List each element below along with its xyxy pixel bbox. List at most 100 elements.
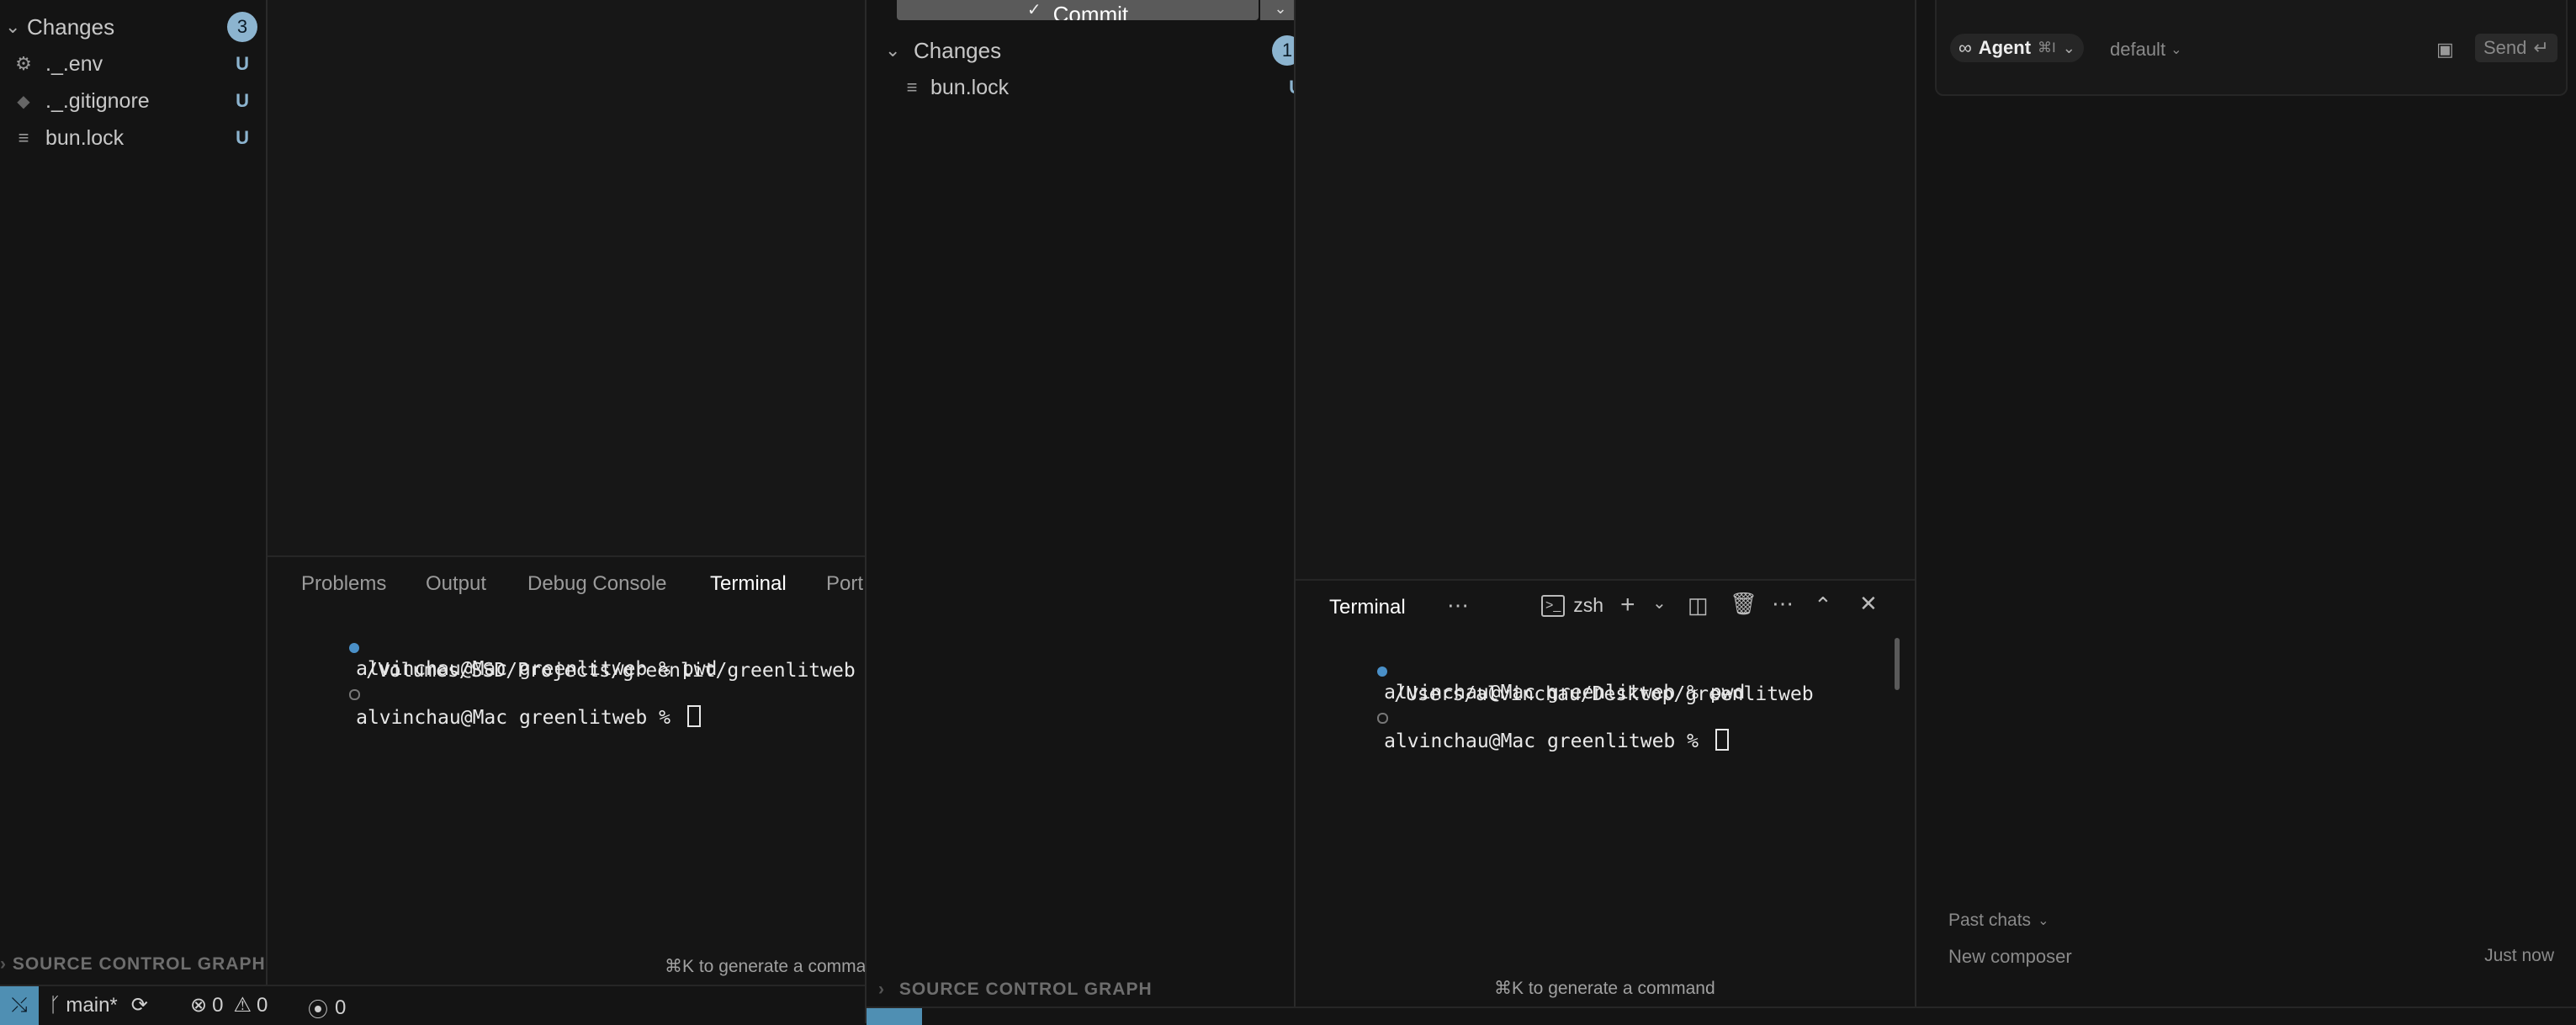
file-row[interactable]: ≡ bun.lock U [12,123,249,153]
remote-indicator[interactable] [867,1008,922,1025]
chevron-down-icon: ⌄ [1274,0,1287,17]
changes-header[interactable]: ⌄ Changes 3 [5,12,257,42]
tab-ports[interactable]: Port [826,572,863,596]
chat-pane: ∞ Agent ⌘I ⌄ default ⌄ ▣ Send ↵ Past cha… [1916,0,2576,998]
error-icon: ⊗ [190,994,208,1017]
warning-icon: ⚠ [233,994,252,1017]
graph-title: SOURCE CONTROL GRAPH [12,954,266,974]
source-control-graph-header[interactable]: › SOURCE CONTROL GRAPH [0,954,266,975]
changes-title: Changes [914,37,1002,63]
changes-count-badge: 3 [227,12,257,42]
commit-button[interactable]: ✓ Commit [897,0,1259,20]
shell-selector[interactable]: >_ zsh [1541,594,1603,617]
chevron-right-icon: › [0,954,7,974]
chevron-down-icon: ⌄ [885,40,901,61]
terminal-text: /Volumes/SSD/Projects/greenlit/greenlitw… [366,660,856,682]
branch-indicator[interactable]: ᚴ main* ⟳ [49,993,148,1017]
graph-title: SOURCE CONTROL GRAPH [898,980,1153,999]
terminal-text: /Users/alvinchau/Desktop/greenlitweb [1394,683,1814,705]
tab-debug-console[interactable]: Debug Console [527,572,666,596]
file-lines-icon: ≡ [18,127,29,148]
file-row[interactable]: ◆ ._.gitignore U [12,86,249,116]
enter-key-icon: ↵ [2533,37,2549,58]
composer-input-box[interactable]: ∞ Agent ⌘I ⌄ default ⌄ ▣ Send ↵ [1935,0,2568,96]
left-panel: Problems Output Debug Console Terminal P… [268,555,866,986]
git-branch-icon: ᚴ [49,993,61,1017]
terminal-text: alvinchau@Mac greenlitweb % [1384,730,1710,752]
split-terminal-icon[interactable]: ◫ [1688,592,1709,619]
file-name: ._.gitignore [45,88,150,113]
remote-icon: ⤯ [11,994,28,1017]
chevron-down-icon: ⌄ [2062,39,2075,56]
chevron-down-icon: ⌄ [5,16,21,37]
error-count: 0 [212,993,224,1017]
terminal-line: alvinchau@Mac greenlitweb % pwd [1307,638,1888,704]
chat-time: Just now [2484,946,2554,965]
more-actions-icon[interactable]: ⋯ [1772,591,1794,617]
command-pending-dot [1377,713,1389,724]
remote-indicator[interactable]: ⤯ [0,986,39,1025]
generate-command-hint: ⌘K to generate a command [1494,979,1715,998]
status-bar-right [867,1006,2576,1025]
model-name: default [2110,39,2166,60]
cursor [686,705,701,727]
add-terminal-icon[interactable]: + [1620,591,1635,619]
chevron-down-icon: ⌄ [2038,914,2049,928]
warning-count: 0 [256,993,268,1017]
image-attach-icon[interactable]: ▣ [2436,39,2454,61]
file-status: U [236,127,249,148]
send-button[interactable]: Send ↵ [2475,34,2557,62]
chevron-down-icon[interactable]: ⌄ [1652,592,1667,613]
tab-terminal[interactable]: Terminal [710,572,787,596]
sync-icon[interactable]: ⟳ [131,993,148,1017]
past-chats-label: Past chats [1948,911,2032,930]
tab-terminal[interactable]: Terminal [1329,596,1406,619]
status-bar-left: ⤯ ᚴ main* ⟳ ⊗ 0 ⚠ 0 ⦿ 0 [0,985,865,1025]
shell-name: zsh [1573,594,1604,616]
middle-source-control: ✓ Commit ⌄ ⌄ Changes 1 ≡ bun.lock U › SO… [867,0,1302,1000]
command-pending-dot [349,689,361,700]
terminal-output[interactable]: alvinchau@Mac greenlitweb % pwd /Users/a… [1307,638,1888,752]
left-editor-area [268,0,865,555]
file-row[interactable]: ≡ bun.lock U [900,72,1302,103]
changes-header[interactable]: ⌄ Changes 1 [885,35,1302,66]
cursor [1715,729,1729,751]
file-status: U [236,90,249,111]
chat-title: New composer [1948,946,2072,967]
agent-mode-shortcut: ⌘I [2038,40,2056,56]
maximize-panel-icon[interactable]: ⌃ [1814,592,1832,619]
ports-indicator[interactable]: ⦿ 0 [308,993,346,1022]
model-selector[interactable]: default ⌄ [2110,39,2181,61]
terminal-scrollbar[interactable] [1895,638,1900,690]
file-name: bun.lock [45,125,125,150]
broadcast-icon: ⦿ [308,999,328,1022]
source-control-graph-header[interactable]: › SOURCE CONTROL GRAPH [878,980,1153,1000]
command-success-dot [349,643,360,653]
right-terminal-panel: Terminal ⋯ >_ zsh + ⌄ ◫ 🗑 ⋯ ⌃ ✕ alvincha… [1296,579,1915,1000]
tab-problems[interactable]: Problems [301,572,386,596]
terminal-output[interactable]: alvinchau@Mac greenlitweb % pwd /Volumes… [279,614,860,729]
ports-count: 0 [335,996,347,1019]
more-tabs-icon[interactable]: ⋯ [1447,592,1469,619]
chevron-right-icon: › [878,980,885,999]
file-row[interactable]: ⚙ ._.env U [12,49,249,79]
left-source-control: ⌄ Changes 3 ⚙ ._.env U ◆ ._.gitignore U … [0,0,266,1023]
terminal-icon: >_ [1541,594,1566,617]
branch-name: main* [66,993,118,1017]
chat-history-item[interactable]: New composer Just now [1948,946,2554,968]
file-status: U [236,53,249,74]
check-icon: ✓ [1026,1,1042,19]
agent-mode-selector[interactable]: ∞ Agent ⌘I ⌄ [1950,34,2084,62]
tab-output[interactable]: Output [426,572,486,596]
chevron-down-icon: ⌄ [2171,43,2182,57]
close-panel-icon[interactable]: ✕ [1859,591,1878,617]
trash-icon[interactable]: 🗑 [1730,591,1757,617]
infinity-icon: ∞ [1959,37,1972,58]
agent-mode-label: Agent [1978,37,2032,58]
problems-indicator[interactable]: ⊗ 0 ⚠ 0 [190,993,268,1017]
send-label: Send [2483,37,2527,58]
past-chats-toggle[interactable]: Past chats ⌄ [1948,911,2049,931]
file-lines-icon: ≡ [906,77,918,98]
file-name: bun.lock [930,75,1010,99]
command-success-dot [1377,667,1388,677]
